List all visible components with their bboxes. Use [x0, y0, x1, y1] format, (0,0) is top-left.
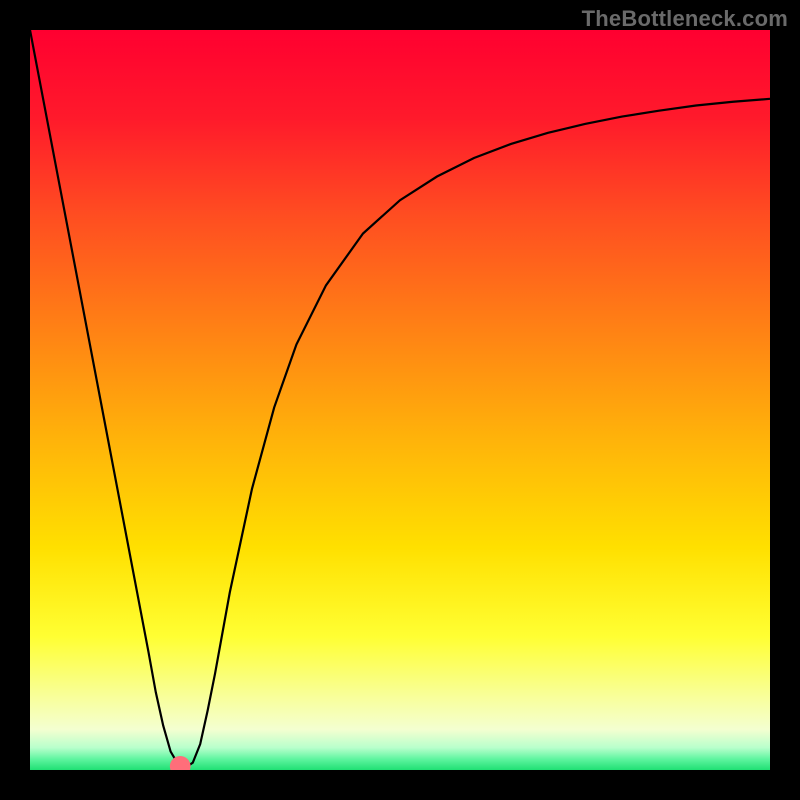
frame-bottom: [0, 770, 800, 800]
minimum-marker: [170, 756, 191, 770]
bottleneck-chart: TheBottleneck.com: [0, 0, 800, 800]
frame-right: [770, 0, 800, 800]
plot-area: [30, 30, 770, 770]
bottleneck-curve: [30, 30, 770, 768]
watermark-text: TheBottleneck.com: [582, 6, 788, 32]
curve-layer: [30, 30, 770, 770]
frame-left: [0, 0, 30, 800]
